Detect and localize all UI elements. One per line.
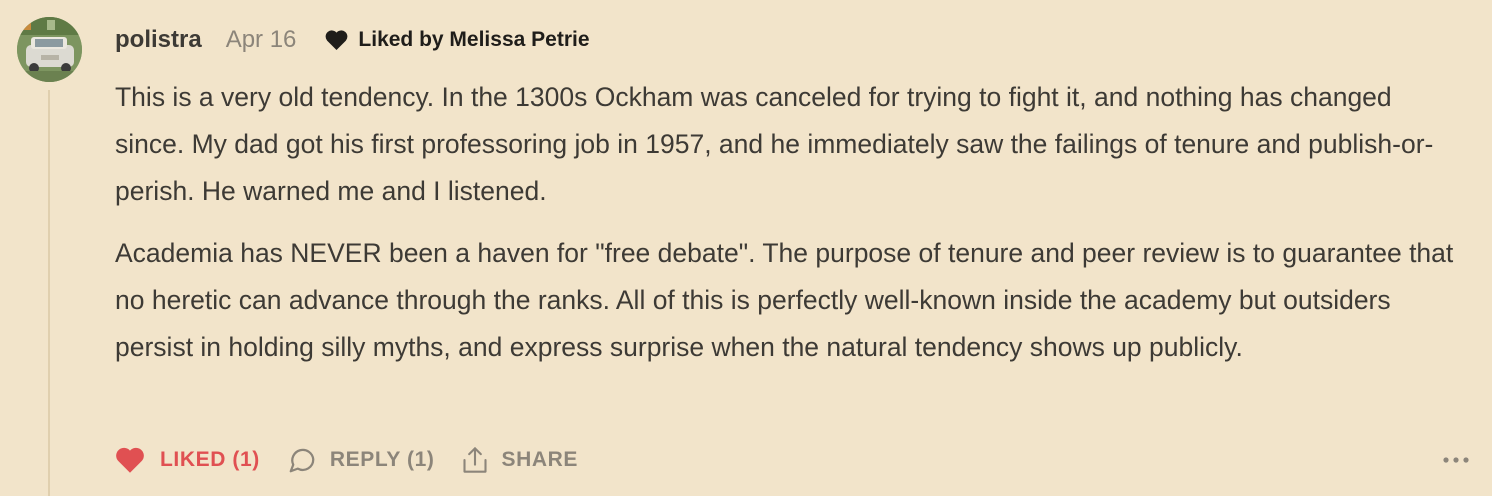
share-label: SHARE (501, 448, 579, 471)
speech-bubble-icon (289, 448, 315, 473)
liked-by-text: Liked by Melissa Petrie (358, 28, 590, 51)
comment-date[interactable]: Apr 16 (226, 26, 297, 54)
heart-icon (326, 30, 348, 50)
reply-button[interactable]: REPLY (1) (287, 445, 435, 475)
reply-label: REPLY (1) (329, 448, 435, 471)
username[interactable]: polistra (115, 26, 202, 54)
more-options-button[interactable] (1440, 446, 1472, 474)
ellipsis-icon (1443, 457, 1469, 463)
avatar-image (17, 17, 82, 82)
thread-line (48, 90, 50, 496)
like-label: LIKED (1) (160, 448, 260, 471)
avatar[interactable] (17, 17, 82, 82)
comment-body: This is a very old tendency. In the 1300… (115, 74, 1465, 386)
comment: polistra Apr 16 Liked by Melissa Petrie … (0, 0, 1492, 496)
share-button[interactable]: SHARE (461, 444, 579, 476)
comment-paragraph: Academia has NEVER been a haven for "fre… (115, 238, 1454, 362)
liked-by-badge: Liked by Melissa Petrie (324, 28, 590, 52)
share-upload-icon (462, 447, 487, 473)
comment-paragraph: This is a very old tendency. In the 1300… (115, 82, 1434, 206)
like-button[interactable]: LIKED (1) (113, 446, 260, 474)
comment-actions: LIKED (1) REPLY (1) SHARE (113, 442, 578, 478)
comment-header: polistra Apr 16 Liked by Melissa Petrie (115, 22, 590, 58)
heart-filled-icon (116, 447, 144, 473)
